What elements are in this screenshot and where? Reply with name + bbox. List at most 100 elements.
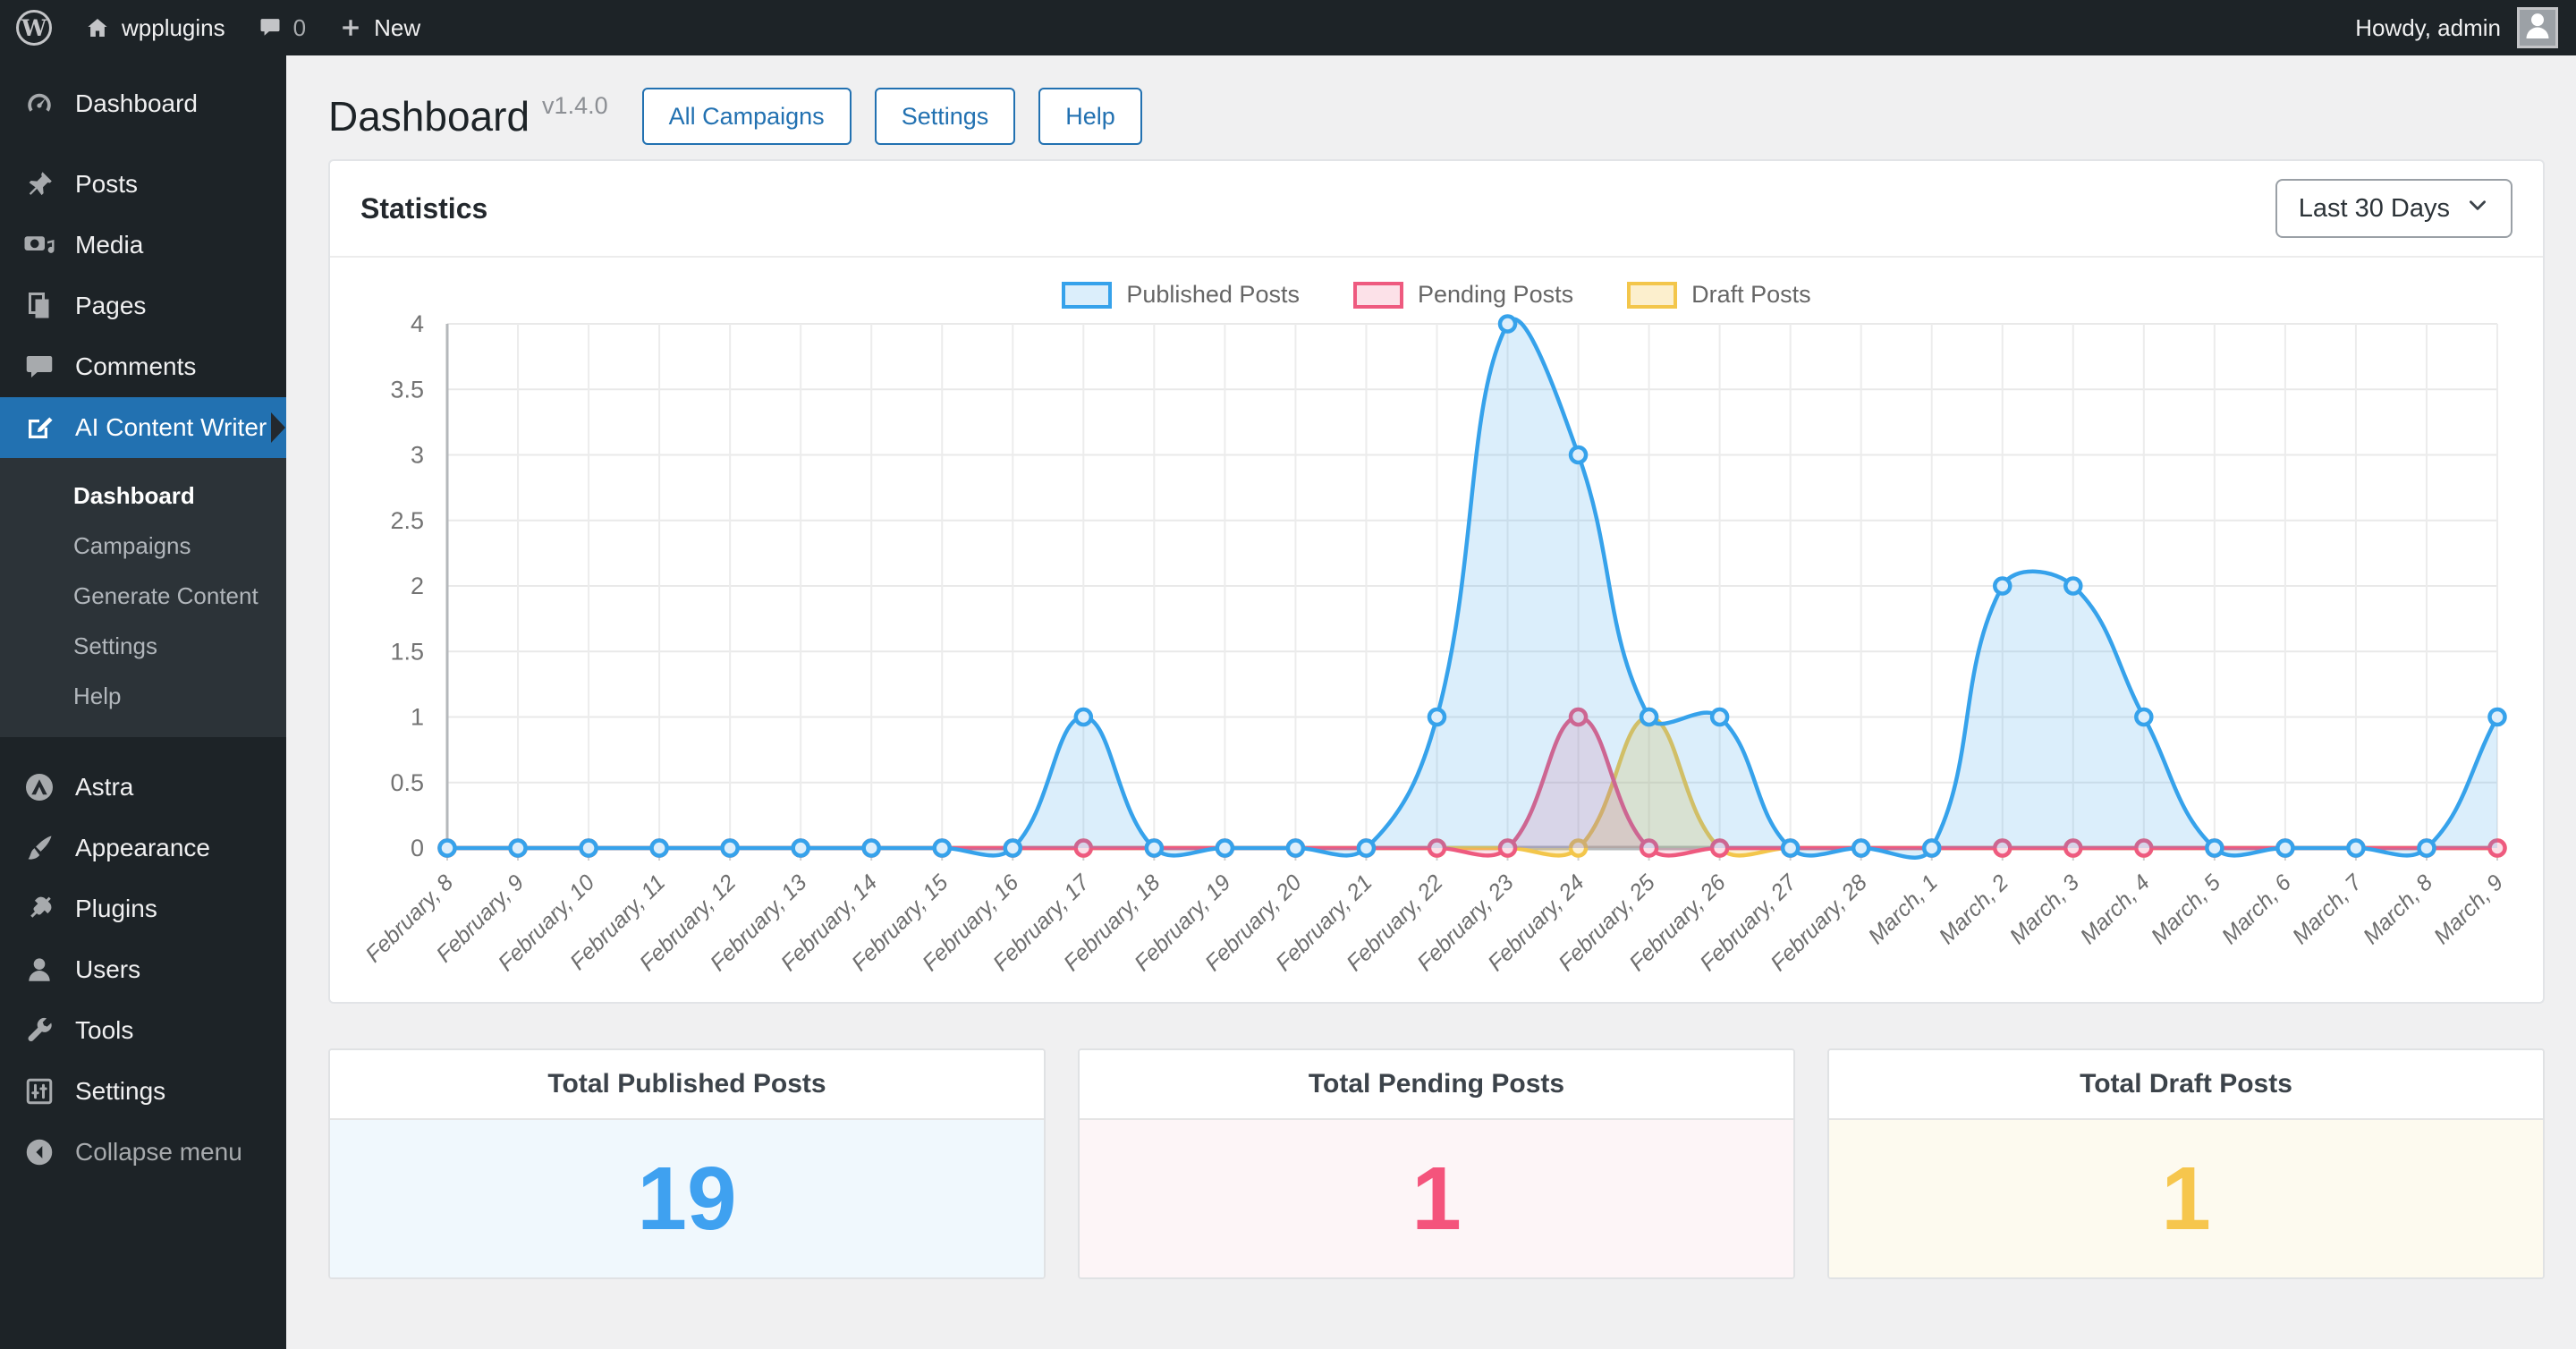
edit-icon [23,411,55,444]
pin-icon [23,168,55,200]
svg-text:4: 4 [411,310,424,337]
legend-label-draft: Draft Posts [1691,281,1811,309]
legend-swatch-published [1062,282,1112,309]
sidebar-item-collapse-menu[interactable]: Collapse menu [0,1122,286,1183]
svg-text:0: 0 [411,835,424,861]
svg-text:March, 6: March, 6 [2217,870,2297,949]
total-published-body: 19 [330,1120,1044,1277]
sliders-icon [23,1075,55,1107]
statistics-panel-header: Statistics Last 30 Days [330,161,2543,258]
sidebar-item-label: Pages [75,292,146,320]
wordpress-menu[interactable]: W [0,0,68,55]
astra-icon [23,771,55,803]
total-published-title: Total Published Posts [330,1050,1044,1120]
media-icon [23,229,55,261]
legend-label-published: Published Posts [1126,281,1300,309]
sidebar-item-dashboard[interactable]: Dashboard [0,73,286,134]
svg-text:3: 3 [411,442,424,469]
submenu-item-help[interactable]: Help [0,671,286,721]
svg-text:0.5: 0.5 [390,769,424,796]
statistics-chart-svg: 00.511.522.533.54February, 8February, 9F… [330,258,2543,1000]
statistics-panel: Statistics Last 30 Days Published Posts … [328,159,2545,1004]
date-range-value: Last 30 Days [2299,194,2450,224]
content-area: Dashboard v1.4.0 All Campaigns Settings … [286,55,2576,1349]
sidebar-item-posts[interactable]: Posts [0,154,286,215]
admin-bar-left: W wpplugins 0 New [0,0,436,55]
sidebar-item-tools[interactable]: Tools [0,1000,286,1061]
svg-text:March, 2: March, 2 [1934,870,2013,949]
sidebar-item-appearance[interactable]: Appearance [0,818,286,878]
sidebar-item-label: Astra [75,773,133,802]
submenu-item-dashboard[interactable]: Dashboard [0,471,286,521]
site-link[interactable]: wpplugins [68,0,242,55]
svg-text:March, 1: March, 1 [1863,870,1943,949]
sidebar-menu-top: Dashboard Posts Media Pages Comments AI Conte… [0,73,286,458]
sidebar-item-label: Appearance [75,834,210,862]
admin-top-bar: W wpplugins 0 New Howdy, admin [0,0,2576,55]
howdy-text[interactable]: Howdy, admin [2355,14,2501,42]
comment-count: 0 [293,14,306,42]
header-actions: All Campaigns Settings Help [642,88,1142,145]
sidebar-item-media[interactable]: Media [0,215,286,276]
sidebar-item-astra[interactable]: Astra [0,757,286,818]
sidebar-item-label: Dashboard [75,89,198,118]
all-campaigns-button[interactable]: All Campaigns [642,88,852,145]
submenu-item-settings[interactable]: Settings [0,621,286,671]
total-published-value: 19 [637,1148,736,1251]
legend-swatch-draft [1627,282,1677,309]
svg-text:March, 5: March, 5 [2147,870,2226,949]
chevron-down-icon [2466,193,2489,224]
legend-item-draft[interactable]: Draft Posts [1627,281,1811,309]
sidebar-item-settings[interactable]: Settings [0,1061,286,1122]
sidebar-item-label: Plugins [75,895,157,923]
plus-icon [338,15,363,40]
user-avatar[interactable] [2517,7,2558,48]
admin-bar-right: Howdy, admin [2355,0,2576,55]
sidebar-item-users[interactable]: Users [0,939,286,1000]
statistics-chart: Published Posts Pending Posts Draft Post… [330,258,2543,1000]
pages-icon [23,290,55,322]
legend-item-published[interactable]: Published Posts [1062,281,1300,309]
page-header: Dashboard v1.4.0 All Campaigns Settings … [328,88,2576,145]
page-title: Dashboard [328,92,530,140]
admin-sidebar: Dashboard Posts Media Pages Comments AI Conte… [0,55,286,1349]
site-name: wpplugins [122,14,225,42]
legend-item-pending[interactable]: Pending Posts [1353,281,1573,309]
wordpress-logo-icon: W [16,10,52,46]
plug-icon [23,893,55,925]
new-content-menu[interactable]: New [322,0,436,55]
legend-swatch-pending [1353,282,1403,309]
submenu-item-generate-content[interactable]: Generate Content [0,571,286,621]
comments-icon [23,351,55,383]
home-icon [84,14,111,41]
svg-text:March, 3: March, 3 [2004,870,2084,949]
submenu-item-campaigns[interactable]: Campaigns [0,521,286,571]
sidebar-item-label: AI Content Writer [75,413,267,442]
plugin-version: v1.4.0 [542,92,608,120]
total-pending-value: 1 [1411,1148,1462,1251]
svg-text:2: 2 [411,573,424,599]
statistics-title: Statistics [360,192,487,225]
sidebar-item-ai-content-writer[interactable]: AI Content Writer [0,397,286,458]
svg-text:March, 7: March, 7 [2288,870,2368,949]
settings-button[interactable]: Settings [875,88,1016,145]
svg-text:1.5: 1.5 [390,638,424,665]
sidebar-menu-bottom: Astra Appearance Plugins Users Tools Settings [0,757,286,1122]
svg-text:March, 4: March, 4 [2075,870,2155,949]
sidebar-item-pages[interactable]: Pages [0,276,286,336]
help-button[interactable]: Help [1038,88,1142,145]
sidebar-item-label: Media [75,231,143,259]
total-draft-value: 1 [2161,1148,2211,1251]
date-range-dropdown[interactable]: Last 30 Days [2275,179,2512,238]
user-icon [23,954,55,986]
svg-text:3.5: 3.5 [390,376,424,403]
sidebar-item-comments[interactable]: Comments [0,336,286,397]
total-pending-body: 1 [1080,1120,1793,1277]
sidebar-item-plugins[interactable]: Plugins [0,878,286,939]
comments-shortcut[interactable]: 0 [242,0,322,55]
total-draft-title: Total Draft Posts [1829,1050,2543,1120]
collapse-menu-label: Collapse menu [75,1138,242,1167]
sidebar-submenu: DashboardCampaignsGenerate ContentSettin… [0,458,286,737]
sidebar-item-label: Tools [75,1016,133,1045]
dashboard-icon [23,88,55,120]
